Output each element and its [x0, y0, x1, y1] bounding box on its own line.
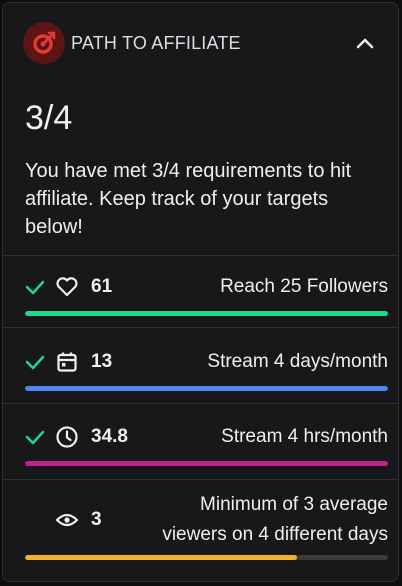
progress-fill	[25, 461, 388, 466]
stream-days-progress-bar	[25, 386, 388, 391]
affiliate-logo-icon	[23, 22, 65, 64]
divider	[3, 479, 398, 480]
viewers-label: Minimum of 3 average viewers on 4 differ…	[162, 494, 388, 545]
followers-progress-bar	[25, 311, 388, 316]
requirement-viewers: 3 Minimum of 3 average viewers on 4 diff…	[25, 489, 388, 560]
followers-value: 61	[91, 276, 113, 297]
calendar-icon	[51, 351, 83, 373]
chevron-up-icon	[356, 38, 374, 49]
progress-count: 3/4	[25, 99, 73, 137]
progress-fill	[25, 555, 298, 560]
progress-fill	[25, 311, 388, 316]
divider	[3, 403, 398, 404]
stream-hours-progress-bar	[25, 461, 388, 466]
progress-fill	[25, 386, 388, 391]
panel-header: PATH TO AFFILIATE	[23, 21, 380, 65]
check-icon	[25, 279, 51, 295]
stream-days-label: Stream 4 days/month	[207, 351, 388, 372]
divider	[3, 255, 398, 256]
viewers-value: 3	[91, 509, 102, 530]
requirement-followers: 61 Reach 25 Followers	[25, 267, 388, 316]
clock-icon	[51, 425, 83, 449]
stream-hours-value: 34.8	[91, 426, 128, 447]
progress-description: You have met 3/4 requirements to hit aff…	[25, 160, 352, 238]
check-icon	[25, 354, 51, 370]
requirement-stream-hours: 34.8 Stream 4 hrs/month	[25, 417, 388, 466]
affiliate-panel: PATH TO AFFILIATE 3/4 You have met 3/4 r…	[2, 2, 399, 582]
check-icon	[25, 429, 51, 445]
eye-icon	[51, 511, 83, 529]
collapse-button[interactable]	[350, 28, 380, 58]
heart-icon	[51, 276, 83, 298]
stream-days-value: 13	[91, 351, 113, 372]
viewers-progress-bar	[25, 555, 388, 560]
panel-title: PATH TO AFFILIATE	[71, 32, 241, 53]
followers-label: Reach 25 Followers	[220, 276, 388, 297]
stream-hours-label: Stream 4 hrs/month	[221, 426, 388, 447]
requirement-stream-days: 13 Stream 4 days/month	[25, 342, 388, 391]
divider	[3, 327, 398, 328]
